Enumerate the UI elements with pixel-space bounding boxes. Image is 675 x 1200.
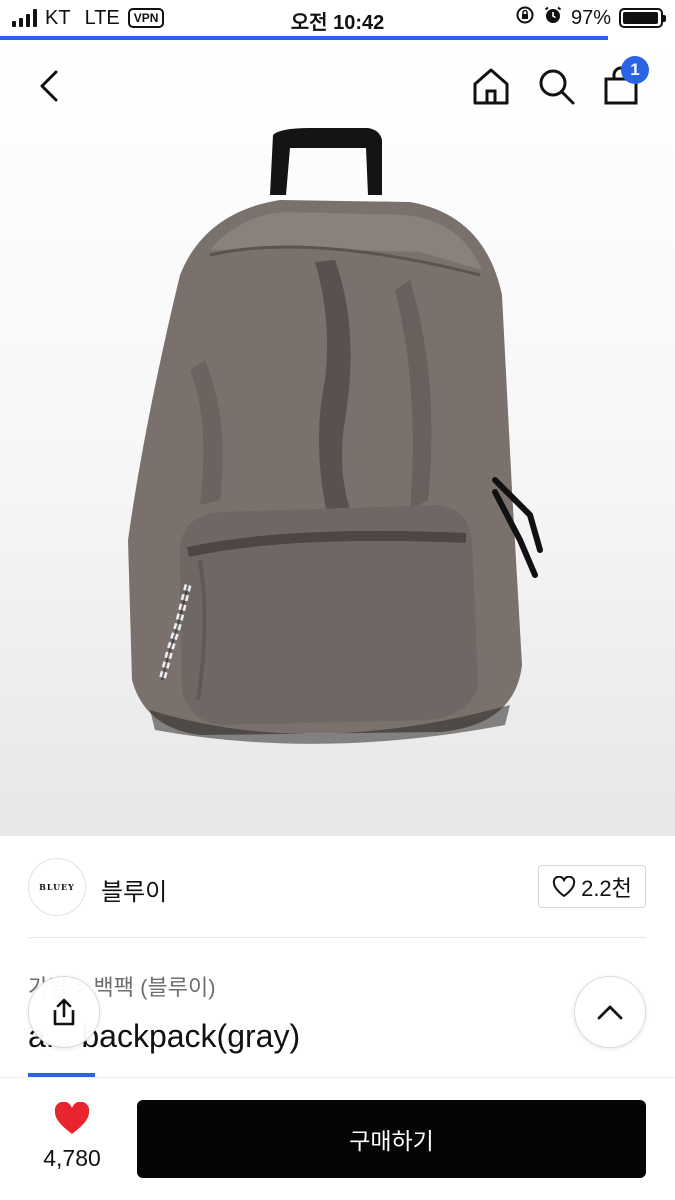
seller-like-count: 2.2천 (581, 875, 632, 901)
battery-fill (623, 12, 658, 24)
seller-logo-text: BLUEY (39, 882, 75, 892)
home-button[interactable] (465, 60, 517, 112)
search-icon (539, 69, 575, 105)
back-icon (40, 70, 58, 102)
home-icon (473, 68, 509, 105)
cart-button[interactable]: 1 (595, 56, 649, 112)
alarm-icon (543, 5, 563, 31)
divider (28, 937, 646, 938)
search-button[interactable] (530, 60, 582, 112)
buy-button[interactable]: 구매하기 (137, 1100, 646, 1178)
seller-name[interactable]: 블루이 (101, 872, 167, 907)
chevron-up-icon (597, 1005, 623, 1020)
tab-divider (0, 1077, 675, 1078)
top-nav: 1 (0, 40, 675, 130)
back-button[interactable] (24, 60, 76, 112)
seller-like-button[interactable]: 2.2천 (538, 865, 646, 908)
battery-icon (619, 8, 666, 28)
share-icon (53, 998, 75, 1026)
scroll-top-button[interactable] (574, 976, 646, 1048)
heart-outline-icon (552, 875, 576, 897)
seller-row: BLUEY 블루이 2.2천 (28, 858, 646, 916)
seller-logo[interactable]: BLUEY (28, 858, 86, 916)
product-image[interactable] (0, 40, 675, 836)
wishlist-count: 4,780 (43, 1145, 101, 1171)
status-right: 97% (515, 5, 666, 31)
rotation-lock-icon (515, 5, 535, 31)
bottom-bar: 4,780 구매하기 (0, 1080, 675, 1200)
share-button[interactable] (28, 976, 100, 1048)
cart-count-badge: 1 (621, 56, 649, 84)
battery-percent: 97% (570, 6, 611, 29)
heart-filled-icon (54, 1101, 90, 1134)
backpack-image (128, 128, 543, 744)
status-bar: KT LTE VPN 오전 10:42 97% (0, 0, 675, 36)
wishlist-button[interactable]: 4,780 (30, 1101, 114, 1172)
